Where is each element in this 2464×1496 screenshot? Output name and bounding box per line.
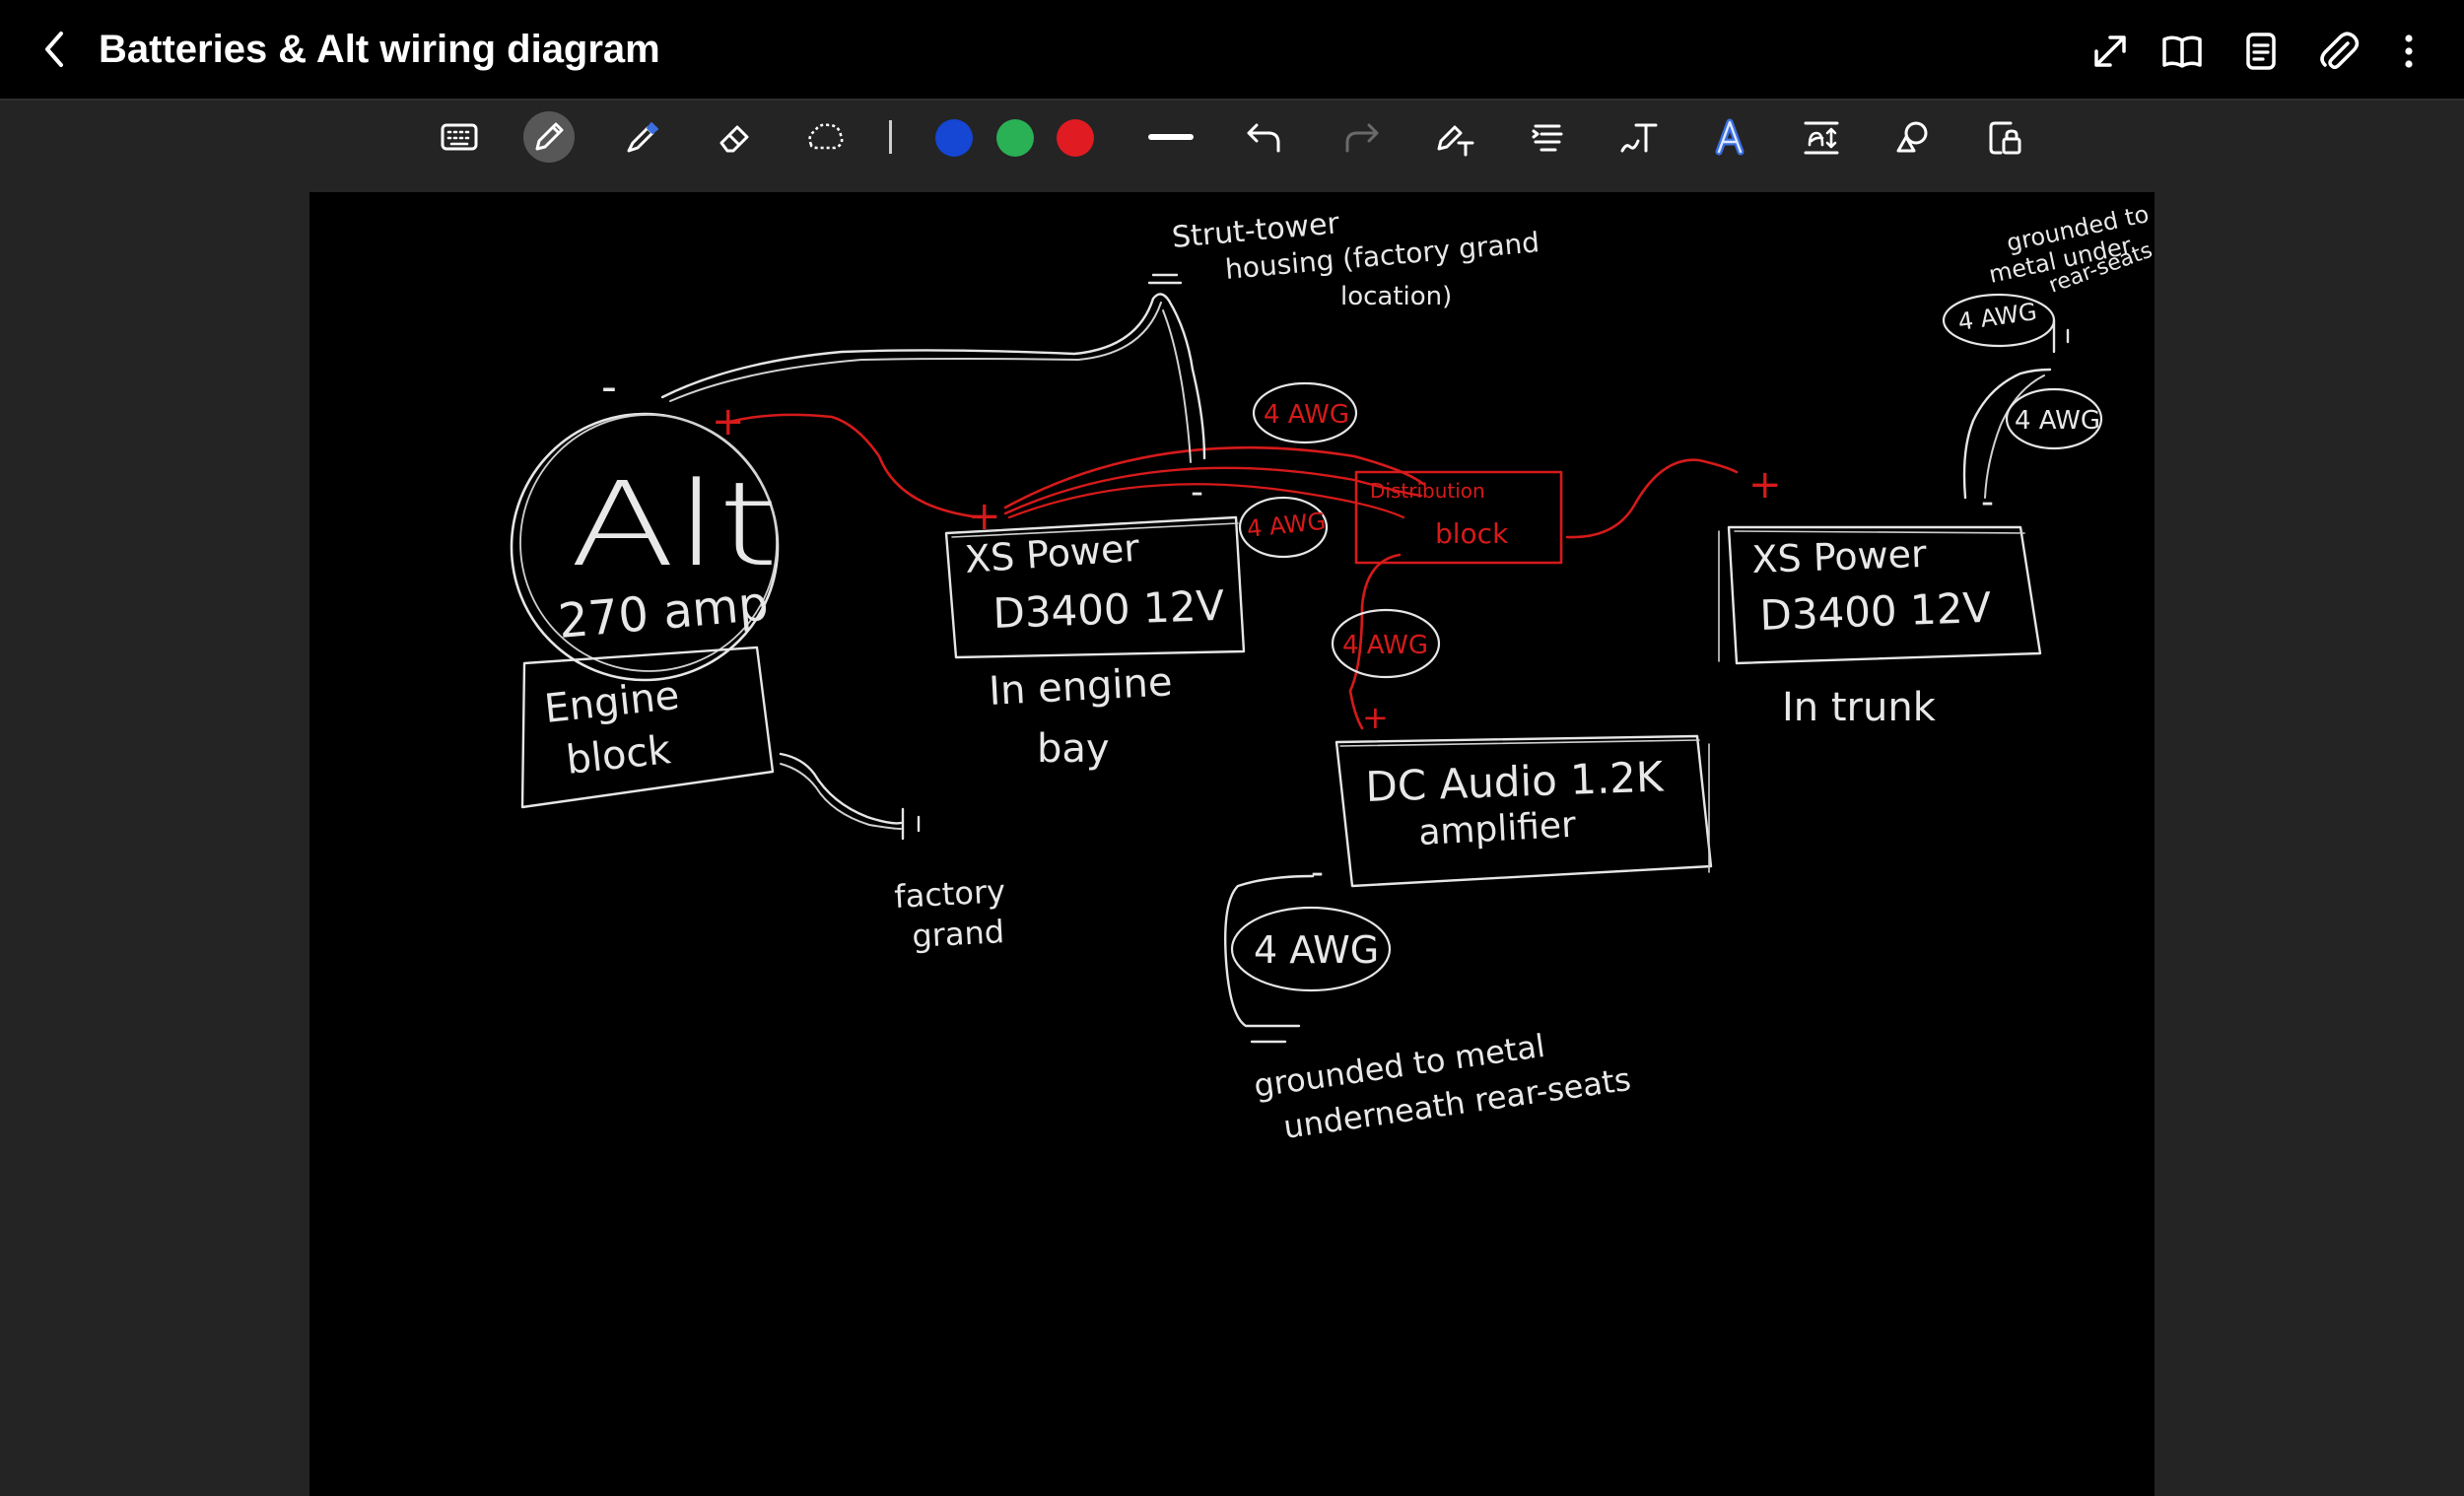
shapes-icon xyxy=(1896,121,1928,153)
eraser-icon xyxy=(719,125,749,153)
wire-alt-to-strut-ground-a xyxy=(660,293,1171,399)
book-icon xyxy=(2162,35,2202,68)
front-battery-positive-terminal: + xyxy=(968,494,1001,539)
wire-front-battery-to-distribution-b xyxy=(1003,466,1423,515)
gauge-label-2: 4 AWG xyxy=(1246,508,1328,543)
auto-align-tool[interactable] xyxy=(1522,111,1573,163)
lasso-icon xyxy=(808,123,844,150)
amplifier-label-2: amplifier xyxy=(1417,805,1577,853)
amplifier-negative-terminal: - xyxy=(1311,852,1324,893)
stroke-width-tool[interactable] xyxy=(1145,111,1197,163)
front-battery-caption-1: In engine xyxy=(988,659,1173,714)
redo-button[interactable] xyxy=(1335,111,1387,163)
expand-button[interactable] xyxy=(2083,24,2138,79)
pen-icon xyxy=(535,122,564,151)
lock-document-icon xyxy=(1989,121,2021,155)
wire-distribution-to-rear-battery xyxy=(1565,458,1739,539)
amplifier-label-1: DC Audio 1.2K xyxy=(1365,752,1666,811)
text-spacing-icon xyxy=(1804,121,1839,155)
shapes-tool[interactable] xyxy=(1886,111,1938,163)
drawing-toolbar xyxy=(0,101,2464,173)
text-pen-icon xyxy=(1620,123,1658,153)
highlighter-icon xyxy=(627,122,658,153)
page-view-button[interactable] xyxy=(2155,24,2210,79)
front-battery-caption-2: bay xyxy=(1037,726,1110,772)
font-style-tool[interactable] xyxy=(1704,111,1755,163)
front-battery-label-2: D3400 12V xyxy=(992,581,1226,638)
color-swatch-blue[interactable] xyxy=(935,119,973,157)
toolbar-divider xyxy=(889,120,892,154)
alternator-label: Alt xyxy=(570,456,779,592)
text-size-tool[interactable] xyxy=(1796,111,1847,163)
back-button[interactable] xyxy=(28,22,83,77)
wiring-diagram: Alt 270 amp Engine block factory grand S… xyxy=(510,200,2155,1146)
rear-battery-label-2: D3400 12V xyxy=(1759,583,1993,640)
ground-symbol-factory xyxy=(901,807,921,841)
gauge-label-1: 4 AWG xyxy=(1264,400,1349,430)
expand-icon xyxy=(2094,35,2126,67)
pen-tool[interactable] xyxy=(523,111,575,163)
lock-tool[interactable] xyxy=(1979,111,2030,163)
more-vertical-icon xyxy=(2405,34,2413,68)
letter-a-icon xyxy=(1715,118,1745,156)
amplifier-positive-terminal: + xyxy=(1362,699,1389,736)
pen-to-text-tool[interactable] xyxy=(1429,111,1480,163)
gauge-label-6: 4 AWG xyxy=(1254,928,1379,972)
undo-icon xyxy=(1247,123,1280,153)
highlighter-tool[interactable] xyxy=(616,111,667,163)
page-template-button[interactable] xyxy=(2233,24,2289,79)
gauge-label-4: 4 AWG xyxy=(1956,298,2038,336)
note-canvas[interactable]: Alt 270 amp Engine block factory grand S… xyxy=(309,192,2155,1496)
color-swatch-red[interactable] xyxy=(1057,119,1094,157)
rear-battery-negative-terminal: - xyxy=(1981,482,1994,522)
undo-button[interactable] xyxy=(1239,111,1290,163)
document-lines-icon xyxy=(2246,33,2276,70)
eraser-tool[interactable] xyxy=(708,111,759,163)
engine-block-label-1: Engine xyxy=(542,673,681,732)
strut-tower-label-3: location) xyxy=(1340,282,1452,311)
rear-battery-label-1: XS Power xyxy=(1751,532,1928,581)
rear-battery-caption: In trunk xyxy=(1782,685,1937,730)
rear-battery-positive-terminal: + xyxy=(1748,462,1782,508)
color-swatch-green[interactable] xyxy=(996,119,1034,157)
page-title: Batteries & Alt wiring diagram xyxy=(99,28,660,71)
keyboard-tool[interactable] xyxy=(434,111,485,163)
distribution-label-2: block xyxy=(1435,517,1509,550)
keyboard-icon xyxy=(441,123,478,151)
more-options-button[interactable] xyxy=(2381,24,2436,79)
front-battery-negative-terminal: - xyxy=(1191,472,1203,512)
pen-to-text-icon xyxy=(1437,125,1474,157)
line-width-icon xyxy=(1148,134,1194,140)
alt-negative-terminal: - xyxy=(601,362,617,412)
gauge-label-5: 4 AWG xyxy=(2015,406,2100,436)
lasso-tool[interactable] xyxy=(799,111,851,163)
factory-ground-label-1: factory xyxy=(893,872,1006,916)
text-style-tool[interactable] xyxy=(1612,111,1664,163)
align-lines-icon xyxy=(1532,124,1563,152)
wire-front-battery-to-strut-ground xyxy=(1167,299,1206,460)
title-bar: Batteries & Alt wiring diagram xyxy=(0,0,2464,101)
ground-symbol-trunk xyxy=(2052,318,2070,354)
chevron-left-icon xyxy=(45,32,63,67)
distribution-label-1: Distribution xyxy=(1370,479,1485,503)
attach-button[interactable] xyxy=(2310,24,2365,79)
gauge-label-3: 4 AWG xyxy=(1342,631,1428,660)
paperclip-icon xyxy=(2320,32,2360,70)
redo-icon xyxy=(1345,123,1379,153)
engine-block-label-2: block xyxy=(564,727,673,783)
ground-symbol-strut xyxy=(1147,273,1183,285)
factory-ground-label-2: grand xyxy=(911,913,1005,955)
alt-positive-terminal: + xyxy=(712,399,745,444)
